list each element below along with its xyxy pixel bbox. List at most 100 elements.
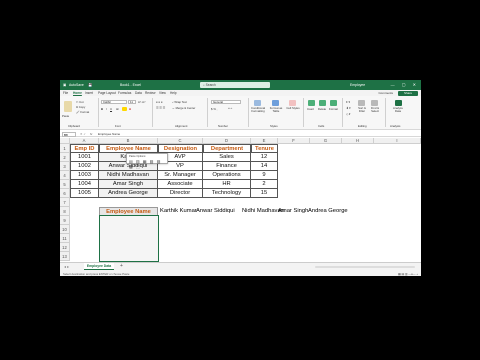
share-button[interactable]: Share xyxy=(398,90,418,96)
clear-icon[interactable]: ◇ ▾ xyxy=(346,112,350,116)
insert-cells-label[interactable]: Insert xyxy=(307,107,314,111)
row-header-5[interactable]: 5 xyxy=(60,180,70,189)
column-header-h[interactable]: H xyxy=(342,138,374,144)
table-cell[interactable]: Associate xyxy=(158,180,203,189)
table-cell[interactable]: Nidhi Madhavan xyxy=(99,171,158,180)
menu-review[interactable]: Review xyxy=(145,91,155,95)
table-cell[interactable]: 1001 xyxy=(70,153,99,162)
decimal-icons[interactable]: ⁰⁰ ⁰ xyxy=(228,107,232,111)
analyze-data-label[interactable]: Analyze Data xyxy=(391,107,405,113)
row8-value-4[interactable]: Amar Singh xyxy=(278,207,308,215)
formula-input[interactable]: Employee Name xyxy=(98,132,120,136)
user-name[interactable]: Employee xyxy=(350,83,365,87)
row8-value-1[interactable]: Karthik Kumar xyxy=(160,207,197,215)
format-cells-label[interactable]: Format xyxy=(329,107,338,111)
borders-icon[interactable]: ⊞ xyxy=(116,107,118,111)
sheet-tab-employee-data[interactable]: Employee Data xyxy=(84,263,114,270)
align-left-icons[interactable]: ☰ ☰ ☰ xyxy=(156,106,165,110)
table-cell[interactable]: Sales xyxy=(203,153,251,162)
insert-cells-icon[interactable] xyxy=(308,100,315,106)
name-box[interactable]: B8 xyxy=(62,131,76,137)
currency-icons[interactable]: $ % , xyxy=(211,107,217,111)
comments-button[interactable]: Comments xyxy=(378,91,393,96)
autosum-icon[interactable]: Σ ▾ xyxy=(346,100,350,104)
table-cell[interactable]: 1004 xyxy=(70,180,99,189)
align-top-icons[interactable]: ≡ ≡ ≡ xyxy=(156,100,162,104)
menu-page-layout[interactable]: Page Layout xyxy=(98,91,116,95)
conditional-formatting-label[interactable]: Conditional Formatting xyxy=(250,107,266,113)
sort-filter-label[interactable]: Sort & Filter xyxy=(356,107,368,113)
spreadsheet-grid[interactable]: A B C D E F G H I 1 2 3 4 5 6 7 8 9 10 1… xyxy=(60,138,421,268)
delete-cells-label[interactable]: Delete xyxy=(318,107,326,111)
formula-controls-icon[interactable]: ✕ ✓ xyxy=(80,132,86,136)
row-header-12[interactable]: 12 xyxy=(60,243,70,252)
column-header-f[interactable]: F xyxy=(278,138,310,144)
bold-button[interactable]: B xyxy=(101,107,103,111)
paste-options-icons[interactable]: ▤ ▥ ▦ ▧ ▨ ▩ ⬚ xyxy=(129,159,167,169)
table-cell[interactable]: HR xyxy=(203,180,251,189)
font-size-box[interactable]: 11 xyxy=(128,100,136,104)
menu-file[interactable]: File xyxy=(63,91,68,95)
row-header-11[interactable]: 11 xyxy=(60,234,70,243)
table-cell[interactable]: 1002 xyxy=(70,162,99,171)
column-header-i[interactable]: I xyxy=(374,138,421,144)
format-painter-button[interactable]: 🖌 Format xyxy=(76,110,89,114)
row-header-4[interactable]: 4 xyxy=(60,171,70,180)
table-cell[interactable]: Director xyxy=(158,189,203,198)
search-box[interactable]: ⌕ Search xyxy=(200,82,270,88)
table-cell[interactable]: Amar Singh xyxy=(99,180,158,189)
table-header-designation[interactable]: Designation xyxy=(158,144,203,153)
menu-view[interactable]: View xyxy=(159,91,166,95)
row-header-13[interactable]: 13 xyxy=(60,252,70,261)
fx-icon[interactable]: fx xyxy=(90,132,92,136)
format-as-table-label[interactable]: Format as Table xyxy=(268,107,284,113)
table-cell[interactable]: 1005 xyxy=(70,189,99,198)
font-grow-icon[interactable]: A˄ A˅ xyxy=(138,100,146,104)
menu-insert[interactable]: Insert xyxy=(85,91,93,95)
row-header-1[interactable]: 1 xyxy=(60,144,70,153)
menu-help[interactable]: Help xyxy=(170,91,177,95)
table-header-tenure[interactable]: Tenure xyxy=(251,144,278,153)
save-icon[interactable]: 💾 xyxy=(88,83,92,87)
table-cell[interactable]: Operations xyxy=(203,171,251,180)
table-cell[interactable]: 9 xyxy=(251,171,278,180)
fill-color-icon[interactable] xyxy=(122,107,127,111)
paste-options-toolbar[interactable]: Paste Options: ▤ ▥ ▦ ▧ ▨ ▩ ⬚ xyxy=(126,153,168,169)
paste-icon[interactable] xyxy=(64,101,72,112)
sheet-nav-icon[interactable]: ◂ ▸ xyxy=(64,264,69,269)
selection-range[interactable] xyxy=(98,215,159,262)
table-cell[interactable]: 14 xyxy=(251,162,278,171)
row8-value-2[interactable]: Anwar Siddiqui xyxy=(196,207,235,215)
menu-formulas[interactable]: Formulas xyxy=(118,91,131,95)
row-header-3[interactable]: 3 xyxy=(60,162,70,171)
add-sheet-button[interactable]: + xyxy=(120,264,123,269)
column-header-g[interactable]: G xyxy=(310,138,342,144)
table-cell[interactable]: 2 xyxy=(251,180,278,189)
table-header-emp-id[interactable]: Emp ID xyxy=(70,144,99,153)
merge-center-button[interactable]: ⇔ Merge & Center xyxy=(172,106,195,110)
table-cell[interactable]: Technology xyxy=(203,189,251,198)
table-cell[interactable]: 15 xyxy=(251,189,278,198)
italic-button[interactable]: I xyxy=(106,107,107,111)
menu-data[interactable]: Data xyxy=(135,91,142,95)
number-format-box[interactable]: General xyxy=(211,100,241,104)
menu-home[interactable]: Home xyxy=(73,91,82,95)
fill-icon[interactable]: ⬇ ▾ xyxy=(346,106,351,110)
table-header-employee-name[interactable]: Employee Name xyxy=(99,144,158,153)
font-color-icon[interactable]: A xyxy=(129,107,131,111)
table-cell[interactable]: Andrea George xyxy=(99,189,158,198)
table-cell[interactable]: 12 xyxy=(251,153,278,162)
underline-button[interactable]: U xyxy=(110,107,112,111)
find-select-label[interactable]: Find & Select xyxy=(369,107,381,113)
view-controls-icon[interactable]: ▦ ▤ ▥ —●— + xyxy=(398,272,418,276)
table-cell[interactable]: Finance xyxy=(203,162,251,171)
cut-button[interactable]: ✂ Cut xyxy=(76,100,83,104)
row-header-10[interactable]: 10 xyxy=(60,225,70,234)
row-header-9[interactable]: 9 xyxy=(60,216,70,225)
copy-button[interactable]: ⧉ Copy xyxy=(76,105,85,109)
window-controls[interactable]: — ▢ ✕ xyxy=(391,82,419,87)
table-cell[interactable]: Sr. Manager xyxy=(158,171,203,180)
format-cells-icon[interactable] xyxy=(330,100,337,106)
row8-value-5[interactable]: Andrea George xyxy=(308,207,348,215)
row-header-6[interactable]: 6 xyxy=(60,189,70,198)
